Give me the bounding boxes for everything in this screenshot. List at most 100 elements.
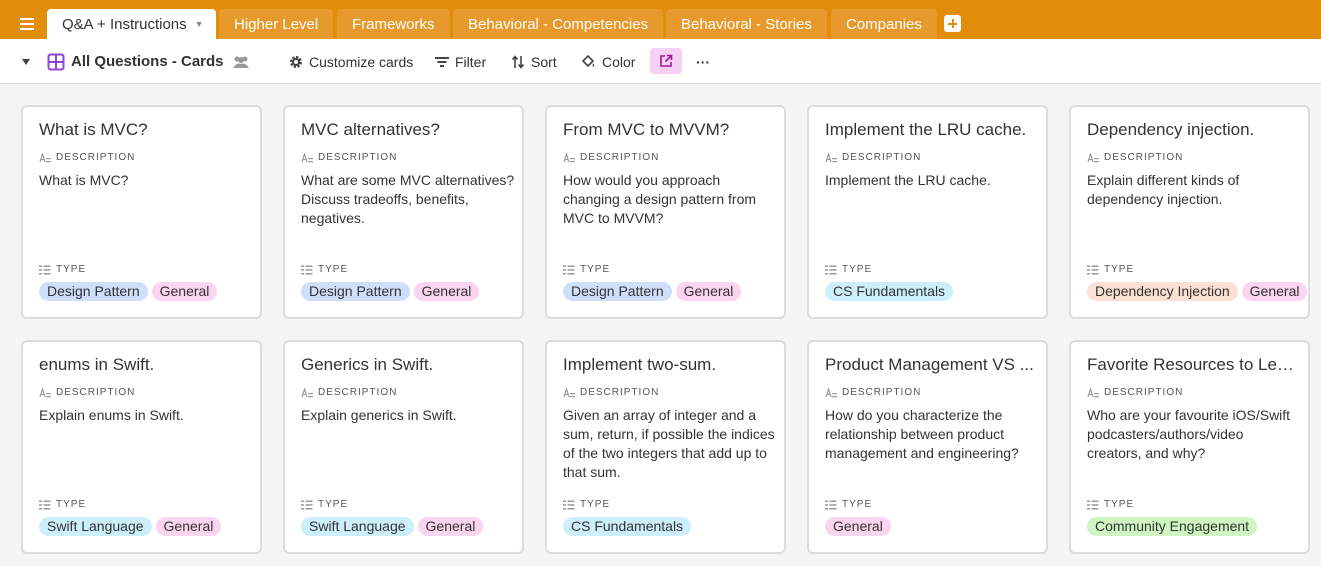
tab-label: Behavioral - Competencies <box>468 15 649 33</box>
record-card[interactable]: Implement the LRU cache. DESCRIPTION Imp… <box>807 105 1048 319</box>
type-field-label: TYPE <box>1087 499 1134 510</box>
type-label-text: TYPE <box>1104 264 1135 275</box>
tab-frameworks[interactable]: Frameworks <box>337 9 450 39</box>
record-card[interactable]: From MVC to MVVM? DESCRIPTION How would … <box>545 105 786 319</box>
tab-companies[interactable]: Companies <box>831 9 937 39</box>
type-tag: General <box>825 517 891 536</box>
type-tag: General <box>1241 282 1308 301</box>
color-button[interactable]: Color <box>581 39 635 84</box>
card-description: How do you characterize the relationship… <box>825 407 1019 461</box>
tab-label: Companies <box>846 15 922 33</box>
tab-behavioral-competencies[interactable]: Behavioral - Competencies <box>453 9 664 39</box>
type-label-text: TYPE <box>56 499 87 510</box>
share-view-button[interactable] <box>650 48 682 74</box>
long-text-icon <box>563 387 575 397</box>
long-text-icon <box>301 152 313 162</box>
view-switcher[interactable]: All Questions - Cards <box>47 39 224 84</box>
more-icon: ··· <box>696 53 710 70</box>
type-field-label: TYPE <box>563 499 610 510</box>
filter-label: Filter <box>455 53 487 70</box>
type-field-label: TYPE <box>301 264 348 275</box>
add-table-icon[interactable] <box>944 15 961 32</box>
tab-qa-instructions[interactable]: Q&A + Instructions ▼ <box>47 9 216 39</box>
multi-select-icon <box>39 500 51 509</box>
multi-select-icon <box>825 500 837 509</box>
tab-label: Behavioral - Stories <box>681 15 812 33</box>
card-title: Dependency injection. <box>1087 120 1255 139</box>
type-field-label: TYPE <box>301 499 348 510</box>
long-text-icon <box>563 152 575 162</box>
description-field-label: DESCRIPTION <box>39 387 135 398</box>
record-card[interactable]: Favorite Resources to Lea... DESCRIPTION… <box>1069 340 1310 554</box>
type-tags: Swift Language General <box>39 517 222 536</box>
type-tag: Swift Language <box>301 517 414 536</box>
type-tag: CS Fundamentals <box>563 517 692 536</box>
gear-icon <box>290 55 302 68</box>
card-description: What are some MVC alternatives? Discuss … <box>301 172 515 226</box>
type-label-text: TYPE <box>580 499 611 510</box>
record-card[interactable]: Dependency injection. DESCRIPTION Explai… <box>1069 105 1310 319</box>
card-title: What is MVC? <box>39 120 148 139</box>
long-text-icon <box>39 152 51 162</box>
type-label-text: TYPE <box>1104 499 1135 510</box>
menu-icon[interactable] <box>10 10 44 38</box>
card-title: Implement two-sum. <box>563 355 717 374</box>
collaborators-button[interactable] <box>232 39 256 84</box>
type-tags: Dependency Injection General <box>1087 282 1308 301</box>
card-description: Given an array of integer and a sum, ret… <box>563 407 775 480</box>
type-label-text: TYPE <box>318 264 349 275</box>
more-options-button[interactable]: ··· <box>696 39 710 84</box>
type-label-text: TYPE <box>318 499 349 510</box>
multi-select-icon <box>301 500 313 509</box>
type-field-label: TYPE <box>563 264 610 275</box>
tab-behavioral-stories[interactable]: Behavioral - Stories <box>666 9 827 39</box>
caret-down-icon[interactable]: ▼ <box>195 19 204 29</box>
multi-select-icon <box>1087 500 1099 509</box>
sort-icon <box>511 54 525 69</box>
color-label: Color <box>602 53 636 70</box>
external-link-icon <box>660 54 673 67</box>
multi-select-icon <box>1087 265 1099 274</box>
record-card[interactable]: Product Management VS ... DESCRIPTION Ho… <box>807 340 1048 554</box>
type-tags: CS Fundamentals <box>825 282 954 301</box>
record-card[interactable]: enums in Swift. DESCRIPTION Explain enum… <box>21 340 262 554</box>
type-label-text: TYPE <box>842 264 873 275</box>
type-tag: General <box>417 517 484 536</box>
description-label-text: DESCRIPTION <box>56 387 136 398</box>
people-icon <box>233 56 249 68</box>
long-text-icon <box>825 387 837 397</box>
sort-button[interactable]: Sort <box>511 39 557 84</box>
type-tag: Design Pattern <box>301 282 410 301</box>
type-tag: General <box>155 517 222 536</box>
description-label-text: DESCRIPTION <box>318 387 398 398</box>
type-tags: Design Pattern General <box>563 282 742 301</box>
description-field-label: DESCRIPTION <box>825 387 921 398</box>
record-card[interactable]: Implement two-sum. DESCRIPTION Given an … <box>545 340 786 554</box>
filter-button[interactable]: Filter <box>435 39 486 84</box>
description-field-label: DESCRIPTION <box>1087 387 1183 398</box>
customize-cards-button[interactable]: Customize cards <box>289 39 413 84</box>
multi-select-icon <box>39 265 51 274</box>
sort-label: Sort <box>531 53 557 70</box>
type-field-label: TYPE <box>1087 264 1134 275</box>
card-title: MVC alternatives? <box>301 120 440 139</box>
collapse-sidebar-button[interactable] <box>20 39 38 84</box>
card-description: How would you approach changing a design… <box>563 172 757 226</box>
type-tag: Design Pattern <box>39 282 148 301</box>
record-card[interactable]: What is MVC? DESCRIPTION What is MVC? TY… <box>21 105 262 319</box>
type-tags: General <box>825 517 891 536</box>
tab-label: Frameworks <box>352 15 435 33</box>
type-label-text: TYPE <box>580 264 611 275</box>
gallery-view-icon <box>47 53 65 70</box>
type-field-label: TYPE <box>825 499 872 510</box>
type-tags: Swift Language General <box>301 517 484 536</box>
record-card[interactable]: Generics in Swift. DESCRIPTION Explain g… <box>283 340 524 554</box>
customize-cards-label: Customize cards <box>309 53 414 70</box>
triangle-down-icon <box>22 58 30 65</box>
type-tags: Design Pattern General <box>301 282 480 301</box>
card-title: Generics in Swift. <box>301 355 434 374</box>
multi-select-icon <box>825 265 837 274</box>
record-card[interactable]: MVC alternatives? DESCRIPTION What are s… <box>283 105 524 319</box>
table-tab-bar: Q&A + Instructions ▼ Higher Level Framew… <box>0 0 1321 39</box>
tab-higher-level[interactable]: Higher Level <box>219 9 334 39</box>
